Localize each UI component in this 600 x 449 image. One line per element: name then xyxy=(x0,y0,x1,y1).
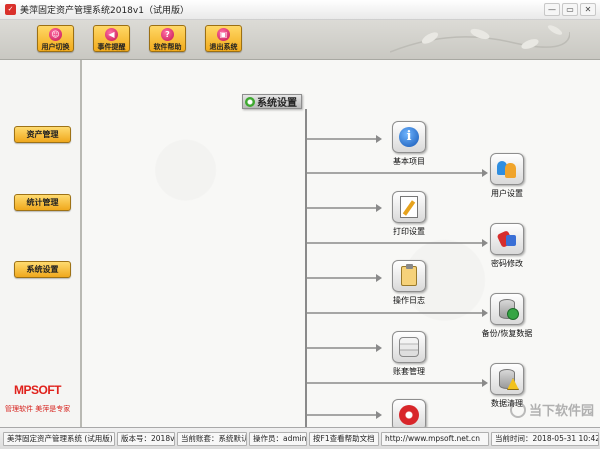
basic-items-label: 基本项目 xyxy=(393,157,425,166)
info-icon: i xyxy=(399,127,419,147)
status-operator: 操作员：admin xyxy=(249,431,307,446)
sidebar-item-asset-management[interactable]: 资产管理 xyxy=(14,126,71,143)
title-bar: ✓ 美萍固定资产管理系统2018v1（试用版） — ▭ ✕ xyxy=(0,0,600,20)
password-change-label: 密码修改 xyxy=(491,259,523,268)
section-title-system-settings: 系统设置 xyxy=(242,94,302,109)
operation-log-label: 操作日志 xyxy=(393,296,425,305)
basic-items-button[interactable]: i 基本项目 xyxy=(374,121,444,167)
brand-logo: MPSOFT xyxy=(14,383,62,397)
close-button[interactable]: ✕ xyxy=(580,3,596,16)
help-icon: ? xyxy=(161,28,174,41)
exit-label: 退出系统 xyxy=(209,43,238,51)
maximize-button[interactable]: ▭ xyxy=(562,3,578,16)
window-controls: — ▭ ✕ xyxy=(544,3,596,16)
print-settings-label: 打印设置 xyxy=(393,227,425,236)
status-bar: 美萍固定资产管理系统 (试用版) 版本号：2018v1 当前账套：系统默认 操作… xyxy=(0,427,600,449)
exit-icon: ▣ xyxy=(217,28,230,41)
user-switch-button[interactable]: ☺ 用户切换 xyxy=(37,25,74,52)
print-settings-icon xyxy=(400,196,418,218)
operation-log-button[interactable]: 操作日志 xyxy=(374,260,444,306)
main-panel: 系统设置 i 基本项目 打印设置 操作日志 账套管理 用户设置 密码修改 备份/… xyxy=(82,60,600,427)
status-website[interactable]: http://www.mpsoft.net.cn xyxy=(381,431,489,446)
event-reminder-icon: ◀ xyxy=(105,28,118,41)
watermark: 当下软件园 xyxy=(509,400,594,419)
help-button[interactable]: ? 软件帮助 xyxy=(149,25,186,52)
minimize-button[interactable]: — xyxy=(544,3,560,16)
system-button[interactable] xyxy=(374,399,444,427)
status-app-name: 美萍固定资产管理系统 (试用版) xyxy=(3,431,115,446)
system-icon xyxy=(399,405,419,425)
data-cleanup-icon xyxy=(499,369,515,389)
password-change-button[interactable]: 密码修改 xyxy=(472,223,542,269)
window-title: 美萍固定资产管理系统2018v1（试用版） xyxy=(20,6,189,16)
password-icon xyxy=(497,229,517,249)
exit-button[interactable]: ▣ 退出系统 xyxy=(205,25,242,52)
watermark-text: 当下软件园 xyxy=(528,404,594,419)
account-set-label: 账套管理 xyxy=(393,367,425,376)
user-settings-tile[interactable] xyxy=(490,153,524,185)
brand-text: MPSOFT xyxy=(14,383,62,397)
sidebar-item-system-settings[interactable]: 系统设置 xyxy=(14,261,71,278)
gear-icon xyxy=(245,96,255,107)
operation-log-tile[interactable] xyxy=(392,260,426,292)
data-cleanup-tile[interactable] xyxy=(490,363,524,395)
print-settings-tile[interactable] xyxy=(392,191,426,223)
status-version: 版本号：2018v1 xyxy=(117,431,175,446)
sidebar: 资产管理 统计管理 系统设置 MPSOFT 管理软件 美萍是专家 xyxy=(0,60,82,427)
event-reminder-button[interactable]: ◀ 事件提醒 xyxy=(93,25,130,52)
print-settings-button[interactable]: 打印设置 xyxy=(374,191,444,237)
account-set-button[interactable]: 账套管理 xyxy=(374,331,444,377)
backup-restore-tile[interactable] xyxy=(490,293,524,325)
status-help-hint: 按F1查看帮助文档 xyxy=(309,431,379,446)
operation-log-icon xyxy=(401,264,417,286)
user-switch-icon: ☺ xyxy=(49,28,62,41)
backup-restore-label: 备份/恢复数据 xyxy=(481,329,533,338)
app-icon: ✓ xyxy=(5,4,16,15)
help-label: 软件帮助 xyxy=(153,43,182,51)
toolbar: ☺ 用户切换 ◀ 事件提醒 ? 软件帮助 ▣ 退出系统 xyxy=(0,20,600,60)
brand-slogan: 管理软件 美萍是专家 xyxy=(5,405,71,413)
system-tile[interactable] xyxy=(392,399,426,427)
user-settings-label: 用户设置 xyxy=(491,189,523,198)
status-current-time: 当前时间：2018-05-31 10:42:18 xyxy=(491,431,599,446)
user-settings-button[interactable]: 用户设置 xyxy=(472,153,542,199)
sidebar-item-statistics[interactable]: 统计管理 xyxy=(14,194,71,211)
account-set-tile[interactable] xyxy=(392,331,426,363)
account-set-icon xyxy=(399,337,419,357)
section-title-text: 系统设置 xyxy=(257,98,297,109)
backup-restore-icon xyxy=(499,299,519,320)
event-reminder-label: 事件提醒 xyxy=(97,43,126,51)
users-icon xyxy=(496,159,518,179)
user-switch-label: 用户切换 xyxy=(41,43,70,51)
password-change-tile[interactable] xyxy=(490,223,524,255)
status-account-set: 当前账套：系统默认 xyxy=(177,431,247,446)
backup-restore-button[interactable]: 备份/恢复数据 xyxy=(472,293,542,339)
watermark-icon xyxy=(509,401,526,418)
leaf-decoration xyxy=(390,25,570,53)
basic-items-tile[interactable]: i xyxy=(392,121,426,153)
